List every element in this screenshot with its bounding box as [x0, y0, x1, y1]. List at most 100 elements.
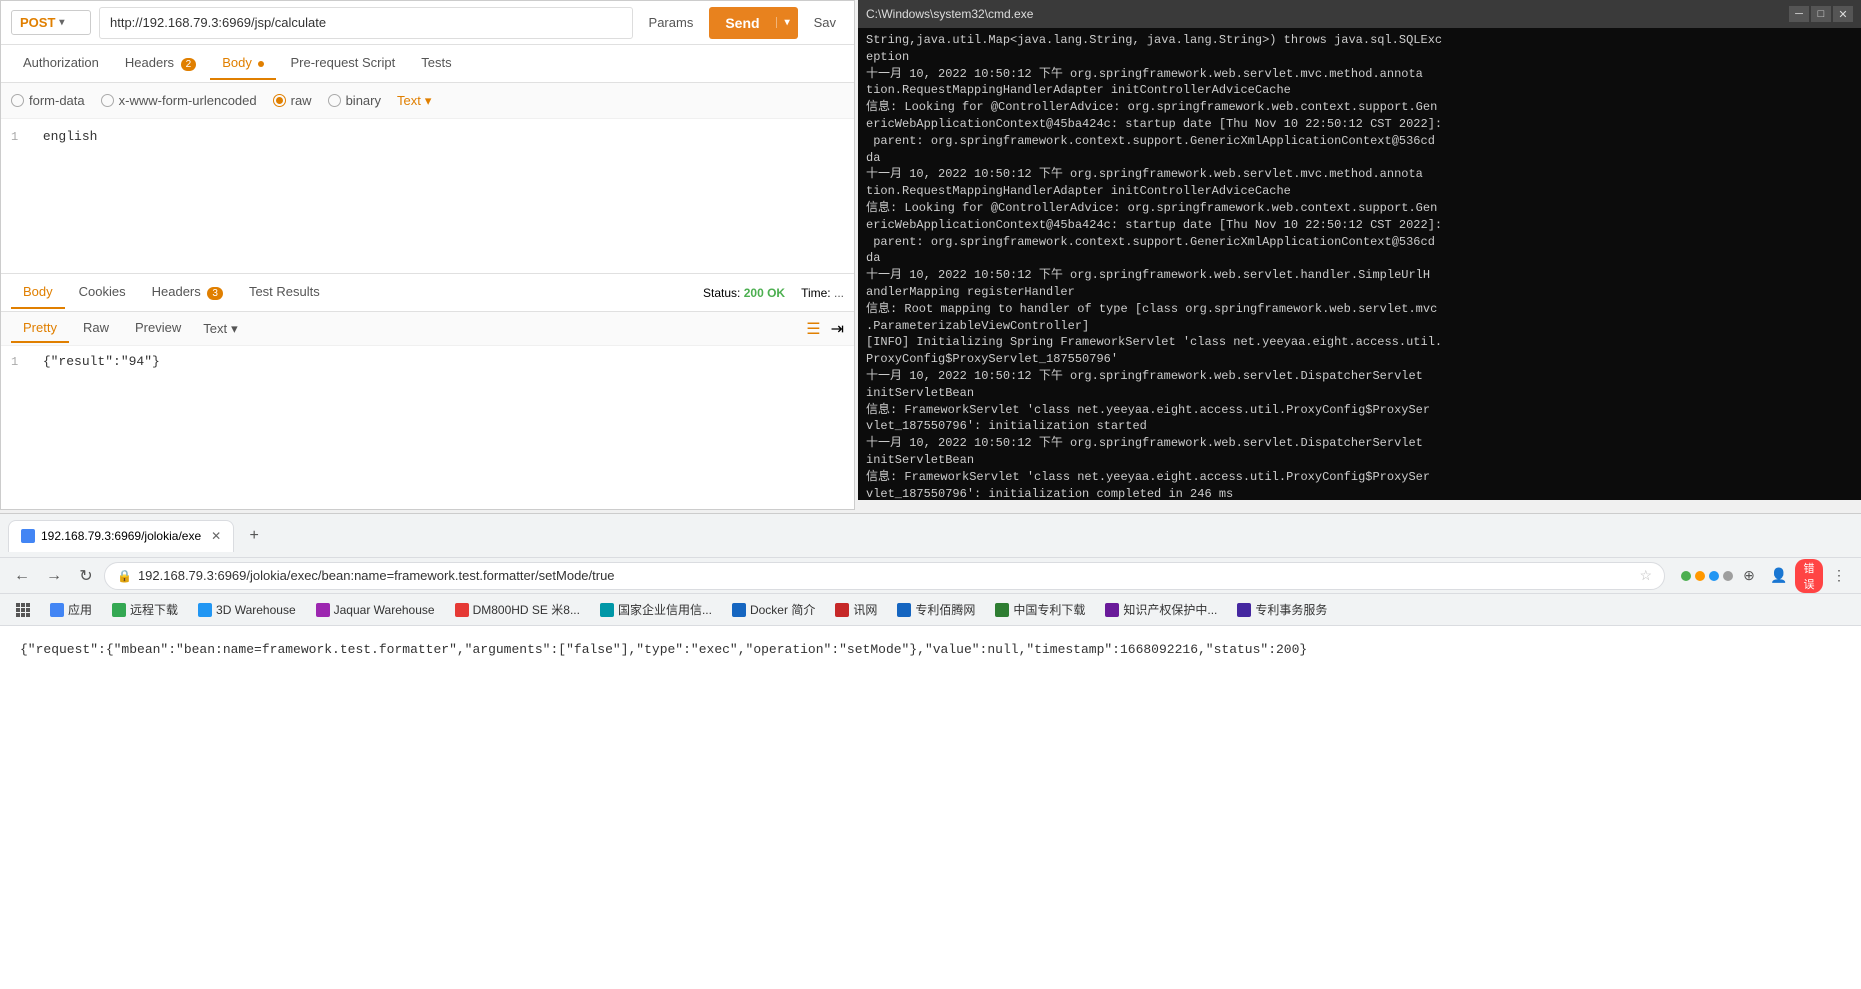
address-bar[interactable]: 🔒 192.168.79.3:6969/jolokia/exec/bean:na… [104, 562, 1665, 590]
bookmark-item-8[interactable]: 专利佰腾网 [889, 599, 983, 620]
urlencoded-option[interactable]: x-www-form-urlencoded [101, 93, 257, 108]
binary-option[interactable]: binary [328, 93, 381, 108]
page-text: {"request":{"mbean":"bean:name=framework… [20, 642, 1307, 657]
raw-option[interactable]: raw [273, 93, 312, 108]
tab-pre-request[interactable]: Pre-request Script [278, 47, 407, 80]
url-input[interactable] [99, 7, 633, 39]
send-dropdown-icon[interactable]: ▾ [776, 17, 798, 28]
bookmark-item-6[interactable]: Docker 简介 [724, 599, 823, 620]
raw-radio[interactable] [273, 94, 286, 107]
bookmark-item-9[interactable]: 中国专利下载 [987, 599, 1093, 620]
response-tab-body[interactable]: Body [11, 276, 65, 309]
cmd-content: String,java.util.Map<java.lang.String, j… [858, 28, 1861, 500]
cmd-titlebar: C:\Windows\system32\cmd.exe ─ □ ✕ [858, 0, 1861, 28]
tab-label: 192.168.79.3:6969/jolokia/exe [41, 529, 201, 543]
status-dot-gray [1723, 571, 1733, 581]
cmd-line: ericWebApplicationContext@45ba424c: star… [866, 116, 1853, 133]
response-headers-badge: 3 [207, 287, 223, 300]
cmd-controls: ─ □ ✕ [1789, 6, 1853, 22]
cmd-line: andlerMapping registerHandler [866, 284, 1853, 301]
bookmark-item-10[interactable]: 知识产权保护中... [1097, 599, 1225, 620]
bookmark-item-5[interactable]: 国家企业信用信... [592, 599, 720, 620]
response-body: 1 {"result":"94"} [1, 346, 854, 466]
bookmark-label: 专利佰腾网 [915, 601, 975, 618]
bookmark-item-7[interactable]: 讯网 [827, 599, 885, 620]
urlencoded-radio[interactable] [101, 94, 114, 107]
cmd-minimize-button[interactable]: ─ [1789, 6, 1809, 22]
format-tab-preview[interactable]: Preview [123, 314, 193, 343]
cmd-line: 信息: Looking for @ControllerAdvice: org.s… [866, 200, 1853, 217]
cmd-line: ericWebApplicationContext@45ba424c: star… [866, 217, 1853, 234]
binary-radio[interactable] [328, 94, 341, 107]
bookmark-favicon-icon [1237, 603, 1251, 617]
browser-tab-active[interactable]: 192.168.79.3:6969/jolokia/exe ✕ [8, 520, 234, 552]
response-tab-test-results[interactable]: Test Results [237, 276, 332, 309]
back-button[interactable]: ← [8, 562, 36, 590]
cmd-close-button[interactable]: ✕ [1833, 6, 1853, 22]
send-button[interactable]: Send ▾ [709, 7, 797, 39]
tab-close-button[interactable]: ✕ [211, 529, 221, 543]
bookmark-item-3[interactable]: Jaquar Warehouse [308, 601, 443, 619]
new-tab-button[interactable]: + [240, 522, 268, 550]
error-button[interactable]: 错误 [1795, 562, 1823, 590]
text-type-dropdown[interactable]: Text ▾ [397, 93, 431, 109]
cmd-line: 十一月 10, 2022 10:50:12 下午 org.springframe… [866, 435, 1853, 452]
save-button[interactable]: Sav [806, 11, 844, 34]
extensions-button[interactable]: ⊕ [1735, 562, 1763, 590]
browser-window: 192.168.79.3:6969/jolokia/exe ✕ + ← → ↻ … [0, 513, 1861, 989]
bookmark-label: 远程下载 [130, 601, 178, 618]
cmd-line: vlet_187550796': initialization complete… [866, 486, 1853, 500]
params-button[interactable]: Params [641, 11, 702, 34]
headers-badge: 2 [181, 58, 197, 71]
status-value: 200 OK [744, 286, 785, 300]
cmd-line: .ParameterizableViewController] [866, 318, 1853, 335]
tab-authorization[interactable]: Authorization [11, 47, 111, 80]
filter-icon[interactable]: ☰ [806, 319, 820, 339]
tab-tests[interactable]: Tests [409, 47, 463, 80]
cmd-maximize-button[interactable]: □ [1811, 6, 1831, 22]
time-value: ... [834, 286, 844, 300]
status-dot-green [1681, 571, 1691, 581]
response-tab-headers[interactable]: Headers 3 [140, 276, 235, 310]
bookmark-item-11[interactable]: 专利事务服务 [1229, 599, 1335, 620]
form-data-radio[interactable] [11, 94, 24, 107]
form-data-option[interactable]: form-data [11, 93, 85, 108]
bookmark-label: 讯网 [853, 601, 877, 618]
postman-window: POST ▾ Params Send ▾ Sav Authorization H… [0, 0, 855, 510]
scroll-icon[interactable]: ⇥ [831, 319, 844, 339]
bookmark-label: 知识产权保护中... [1123, 601, 1217, 618]
bookmark-item-4[interactable]: DM800HD SE 米8... [447, 599, 588, 620]
bookmark-item-2[interactable]: 3D Warehouse [190, 601, 304, 619]
bookmark-favicon-icon [316, 603, 330, 617]
method-chevron-icon: ▾ [59, 17, 64, 28]
response-tab-cookies[interactable]: Cookies [67, 276, 138, 309]
response-format-dropdown[interactable]: Text ▾ [203, 321, 237, 337]
method-selector[interactable]: POST ▾ [11, 10, 91, 35]
cmd-line: tion.RequestMappingHandlerAdapter initCo… [866, 183, 1853, 200]
bookmark-item-0[interactable]: 应用 [42, 599, 100, 620]
cmd-line: 信息: Root mapping to handler of type [cla… [866, 301, 1853, 318]
menu-button[interactable]: ⋮ [1825, 562, 1853, 590]
format-tab-raw[interactable]: Raw [71, 314, 121, 343]
cmd-title: C:\Windows\system32\cmd.exe [866, 7, 1033, 21]
bookmark-favicon-icon [897, 603, 911, 617]
response-format-tabs: Pretty Raw Preview Text ▾ ☰ ⇥ [1, 312, 854, 346]
user-button[interactable]: 👤 [1765, 562, 1793, 590]
bookmark-label: 3D Warehouse [216, 603, 296, 617]
tab-body[interactable]: Body [210, 47, 276, 80]
bookmark-favicon-icon [732, 603, 746, 617]
bookmark-label: 应用 [68, 601, 92, 618]
cmd-line: 信息: FrameworkServlet 'class net.yeeyaa.e… [866, 469, 1853, 486]
bookmark-favicon-icon [1105, 603, 1119, 617]
forward-button[interactable]: → [40, 562, 68, 590]
bookmark-item-1[interactable]: 远程下载 [104, 599, 186, 620]
bookmarks-bar: 应用 远程下载 3D Warehouse Jaquar WarehouseDM800H… [0, 594, 1861, 626]
bookmark-apps-icon[interactable] [8, 601, 38, 619]
lock-icon: 🔒 [117, 569, 132, 583]
postman-topbar: POST ▾ Params Send ▾ Sav [1, 1, 854, 45]
request-body-editor[interactable]: 1 english [1, 119, 854, 274]
star-icon[interactable]: ☆ [1639, 567, 1652, 584]
reload-button[interactable]: ↻ [72, 562, 100, 590]
format-tab-pretty[interactable]: Pretty [11, 314, 69, 343]
tab-headers[interactable]: Headers 2 [113, 47, 208, 81]
